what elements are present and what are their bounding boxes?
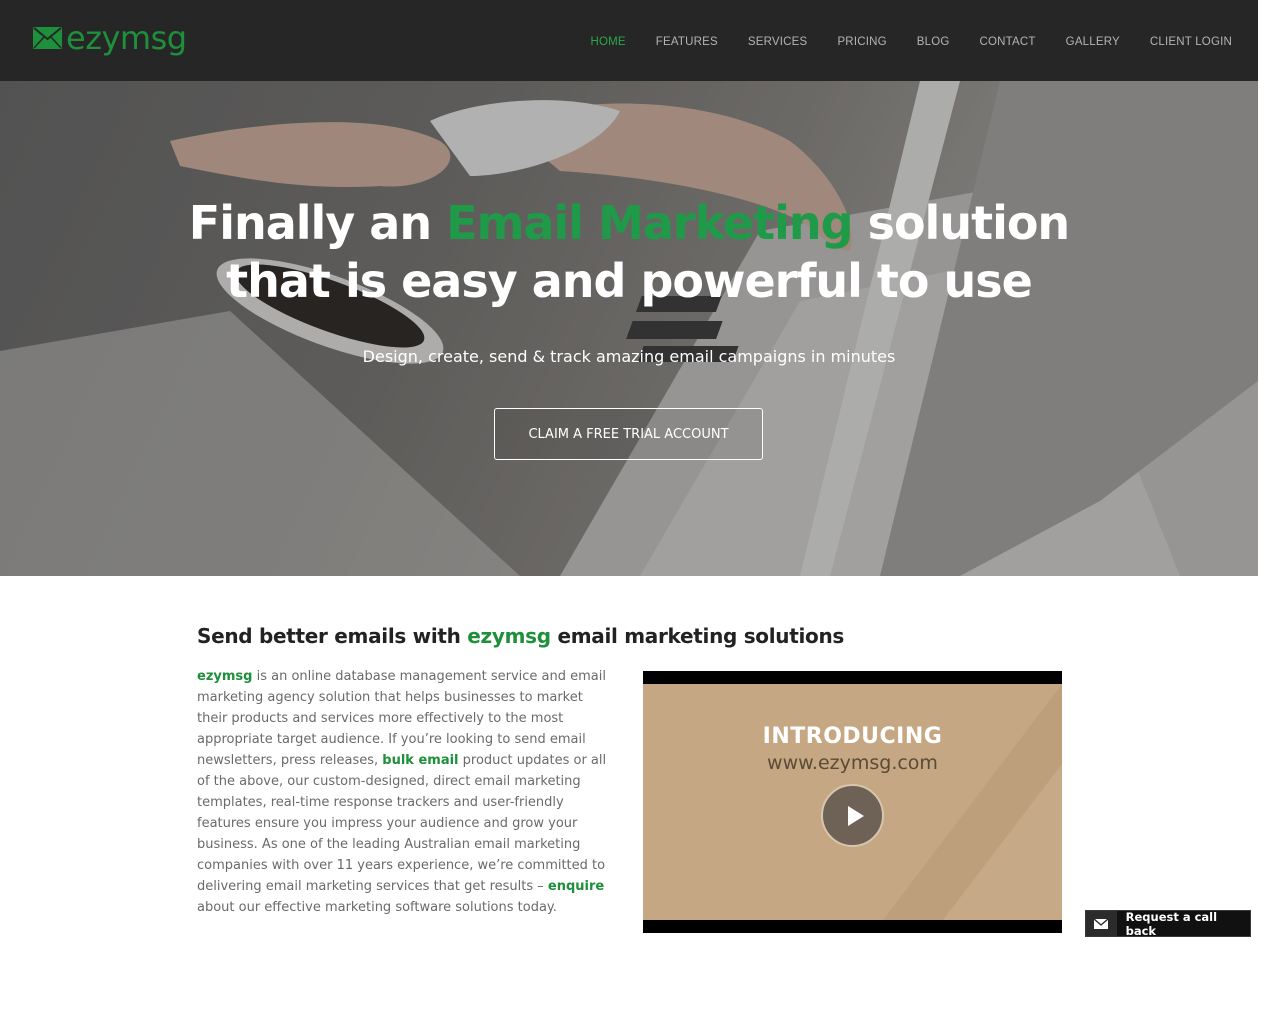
request-callback-button[interactable]: Request a call back bbox=[1085, 909, 1251, 938]
hero-title-line2: that is easy and powerful to use bbox=[226, 254, 1033, 308]
nav-features[interactable]: FEATURES bbox=[656, 36, 718, 48]
hero-headline: Finally an Email Marketing solution that… bbox=[0, 194, 1258, 310]
heading-brand: ezymsg bbox=[467, 624, 551, 648]
hero-subtitle: Design, create, send & track amazing ema… bbox=[362, 347, 896, 366]
free-trial-button[interactable]: CLAIM A FREE TRIAL ACCOUNT bbox=[494, 408, 763, 460]
heading-start: Send better emails with bbox=[197, 624, 461, 648]
enquire-link[interactable]: enquire bbox=[548, 879, 604, 894]
hero-overlay bbox=[0, 81, 1258, 576]
heading-end: email marketing solutions bbox=[557, 624, 845, 648]
hero-banner: Finally an Email Marketing solution that… bbox=[0, 81, 1258, 576]
video-title: INTRODUCING bbox=[762, 724, 943, 749]
brand-logo[interactable]: ezymsg bbox=[33, 18, 187, 58]
intro-text-3: about our effective marketing software s… bbox=[197, 900, 557, 915]
envelope-icon bbox=[1086, 911, 1117, 936]
main-menu: HOME FEATURES SERVICES PRICING BLOG CONT… bbox=[560, 32, 1232, 50]
callback-label: Request a call back bbox=[1125, 909, 1218, 938]
play-icon[interactable] bbox=[821, 784, 884, 847]
hero-title-highlight: Email Marketing bbox=[446, 196, 853, 250]
envelope-icon bbox=[33, 27, 62, 49]
intro-paragraph: ezymsg is an online database management … bbox=[197, 666, 615, 918]
nav-pricing[interactable]: PRICING bbox=[837, 36, 886, 48]
intro-brand: ezymsg bbox=[197, 669, 253, 684]
nav-contact[interactable]: CONTACT bbox=[980, 36, 1036, 48]
intro-text-2: product updates or all of the above, our… bbox=[197, 753, 607, 894]
hero-title-end: solution bbox=[867, 196, 1071, 250]
nav-blog[interactable]: BLOG bbox=[917, 36, 950, 48]
video-url: www.ezymsg.com bbox=[767, 752, 938, 774]
section-heading: Send better emails with ezymsg email mar… bbox=[197, 624, 844, 648]
nav-home[interactable]: HOME bbox=[590, 36, 625, 48]
nav-gallery[interactable]: GALLERY bbox=[1066, 36, 1120, 48]
intro-video-player[interactable]: INTRODUCING www.ezymsg.com bbox=[643, 671, 1062, 933]
brand-name: ezymsg bbox=[66, 19, 187, 57]
top-navbar: ezymsg HOME FEATURES SERVICES PRICING BL… bbox=[0, 0, 1258, 81]
nav-services[interactable]: SERVICES bbox=[748, 36, 808, 48]
hero-title-start: Finally an bbox=[188, 196, 432, 250]
video-thumbnail: INTRODUCING www.ezymsg.com bbox=[643, 684, 1062, 920]
bulk-email-link[interactable]: bulk email bbox=[382, 753, 458, 768]
nav-client-login[interactable]: CLIENT LOGIN bbox=[1150, 36, 1232, 48]
